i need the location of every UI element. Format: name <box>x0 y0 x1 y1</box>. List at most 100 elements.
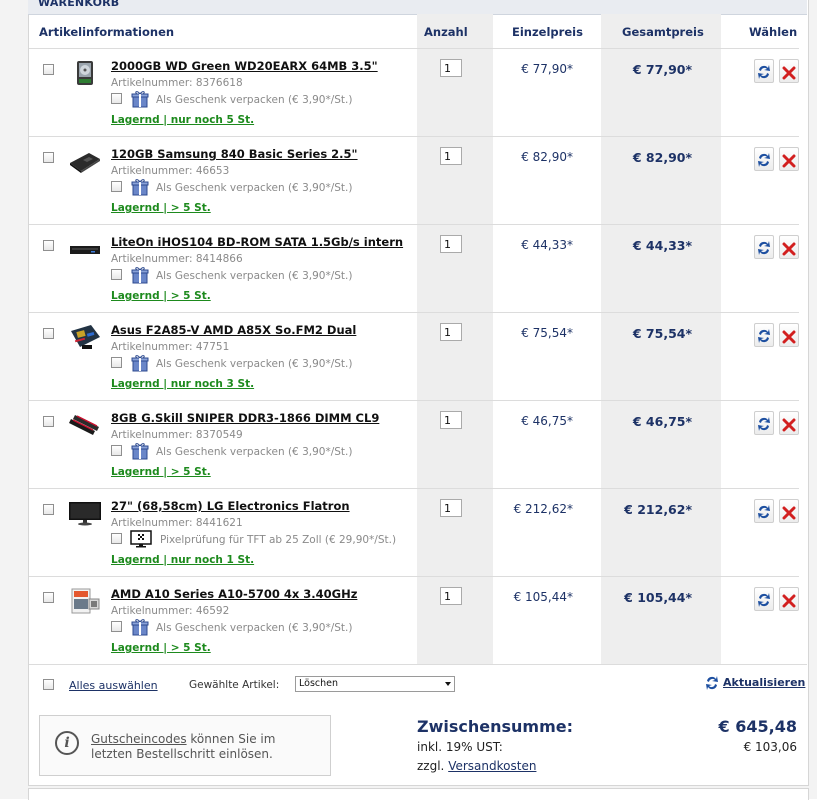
delete-item-button[interactable] <box>779 411 799 435</box>
row-select-checkbox[interactable] <box>43 504 54 515</box>
article-number: Artikelnummer: 8414866 <box>111 253 243 265</box>
update-cart-link[interactable]: Aktualisieren <box>723 676 805 689</box>
article-number: Artikelnummer: 46592 <box>111 605 230 617</box>
stock-status-link[interactable]: Lagernd | > 5 St. <box>111 202 211 214</box>
vat-value: € 103,06 <box>743 740 797 754</box>
chevron-down-icon <box>445 682 451 686</box>
total-price: € 75,54* <box>632 326 692 341</box>
product-name-link[interactable]: 2000GB WD Green WD20EARX 64MB 3.5" <box>111 59 378 73</box>
option-checkbox[interactable] <box>111 445 122 456</box>
header-unit-price: Einzelpreis <box>512 25 583 39</box>
refresh-icon <box>758 65 770 79</box>
select-all-checkbox[interactable] <box>43 679 54 690</box>
refresh-item-button[interactable] <box>754 59 774 83</box>
refresh-icon <box>758 329 770 343</box>
option-checkbox[interactable] <box>111 181 122 192</box>
product-name-link[interactable]: AMD A10 Series A10-5700 4x 3.40GHz <box>111 587 357 601</box>
row-select-checkbox[interactable] <box>43 64 54 75</box>
option-checkbox[interactable] <box>111 357 122 368</box>
quantity-input[interactable] <box>440 323 462 341</box>
option-checkbox[interactable] <box>111 269 122 280</box>
refresh-icon <box>758 417 770 431</box>
delete-item-button[interactable] <box>779 323 799 347</box>
header-quantity: Anzahl <box>424 25 468 39</box>
ram-icon <box>69 411 101 439</box>
product-name-link[interactable]: LiteOn iHOS104 BD-ROM SATA 1.5Gb/s inter… <box>111 235 403 249</box>
optical-drive-icon <box>69 235 101 263</box>
product-name-link[interactable]: 8GB G.Skill SNIPER DDR3-1866 DIMM CL9 <box>111 411 379 425</box>
delete-item-button[interactable] <box>779 59 799 83</box>
delete-item-button[interactable] <box>779 499 799 523</box>
refresh-item-button[interactable] <box>754 499 774 523</box>
next-panel-edge <box>28 788 809 800</box>
coupon-text: Gutscheincodes können Sie im letzten Bes… <box>91 732 276 761</box>
selected-action-select[interactable]: Löschen <box>295 676 455 692</box>
subtotal-label: Zwischensumme: <box>417 717 574 736</box>
quantity-input[interactable] <box>440 235 462 253</box>
option-label: Als Geschenk verpacken (€ 3,90*/St.) <box>156 446 353 458</box>
product-name-link[interactable]: 27" (68,58cm) LG Electronics Flatron <box>111 499 350 513</box>
cart-row: 8GB G.Skill SNIPER DDR3-1866 DIMM CL9 Ar… <box>29 400 799 489</box>
vat-label: inkl. 19% UST: <box>417 740 503 754</box>
option-label: Als Geschenk verpacken (€ 3,90*/St.) <box>156 622 353 634</box>
row-select-checkbox[interactable] <box>43 240 54 251</box>
unit-price: € 46,75* <box>521 414 573 428</box>
row-select-checkbox[interactable] <box>43 152 54 163</box>
stock-status-link[interactable]: Lagernd | nur noch 3 St. <box>111 378 254 390</box>
delete-icon <box>782 594 796 608</box>
coupon-codes-link[interactable]: Gutscheincodes <box>91 732 187 746</box>
option-checkbox[interactable] <box>111 533 122 544</box>
row-select-checkbox[interactable] <box>43 592 54 603</box>
delete-icon <box>782 66 796 80</box>
stock-status-link[interactable]: Lagernd | > 5 St. <box>111 642 211 654</box>
unit-price: € 105,44* <box>513 590 573 604</box>
refresh-item-button[interactable] <box>754 147 774 171</box>
delete-icon <box>782 506 796 520</box>
delete-icon <box>782 330 796 344</box>
refresh-item-button[interactable] <box>754 323 774 347</box>
stock-status-link[interactable]: Lagernd | > 5 St. <box>111 466 211 478</box>
article-number: Artikelnummer: 8441621 <box>111 517 243 529</box>
delete-item-button[interactable] <box>779 147 799 171</box>
option-checkbox[interactable] <box>111 93 122 104</box>
quantity-input[interactable] <box>440 499 462 517</box>
shipping-costs-link[interactable]: Versandkosten <box>448 759 536 773</box>
quantity-input[interactable] <box>440 59 462 77</box>
ssd-icon <box>69 147 101 175</box>
gift-wrap-icon <box>131 90 149 108</box>
cart-row: Asus F2A85-V AMD A85X So.FM2 Dual Artike… <box>29 312 799 401</box>
row-select-checkbox[interactable] <box>43 416 54 427</box>
option-checkbox[interactable] <box>111 621 122 632</box>
option-label: Als Geschenk verpacken (€ 3,90*/St.) <box>156 358 353 370</box>
delete-item-button[interactable] <box>779 235 799 259</box>
article-number: Artikelnummer: 46653 <box>111 165 230 177</box>
product-name-link[interactable]: 120GB Samsung 840 Basic Series 2.5" <box>111 147 358 161</box>
total-price: € 82,90* <box>632 150 692 165</box>
cart-title: WARENKORB <box>38 0 120 9</box>
hdd-icon <box>69 59 101 87</box>
stock-status-link[interactable]: Lagernd | nur noch 5 St. <box>111 114 254 126</box>
refresh-icon <box>758 505 770 519</box>
row-select-checkbox[interactable] <box>43 328 54 339</box>
product-name-link[interactable]: Asus F2A85-V AMD A85X So.FM2 Dual <box>111 323 356 337</box>
stock-status-link[interactable]: Lagernd | nur noch 1 St. <box>111 554 254 566</box>
refresh-icon <box>706 676 718 690</box>
quantity-input[interactable] <box>440 587 462 605</box>
info-icon: i <box>55 731 79 755</box>
quantity-input[interactable] <box>440 147 462 165</box>
gift-wrap-icon <box>131 618 149 636</box>
delete-item-button[interactable] <box>779 587 799 611</box>
unit-price: € 212,62* <box>513 502 573 516</box>
option-label: Als Geschenk verpacken (€ 3,90*/St.) <box>156 94 353 106</box>
article-number: Artikelnummer: 47751 <box>111 341 230 353</box>
refresh-item-button[interactable] <box>754 587 774 611</box>
gift-wrap-icon <box>131 442 149 460</box>
subtotal-value: € 645,48 <box>718 717 797 736</box>
refresh-item-button[interactable] <box>754 235 774 259</box>
refresh-item-button[interactable] <box>754 411 774 435</box>
quantity-input[interactable] <box>440 411 462 429</box>
select-all-link[interactable]: Alles auswählen <box>69 679 158 692</box>
cpu-box-icon <box>69 587 101 615</box>
total-price: € 105,44* <box>624 590 692 605</box>
stock-status-link[interactable]: Lagernd | > 5 St. <box>111 290 211 302</box>
